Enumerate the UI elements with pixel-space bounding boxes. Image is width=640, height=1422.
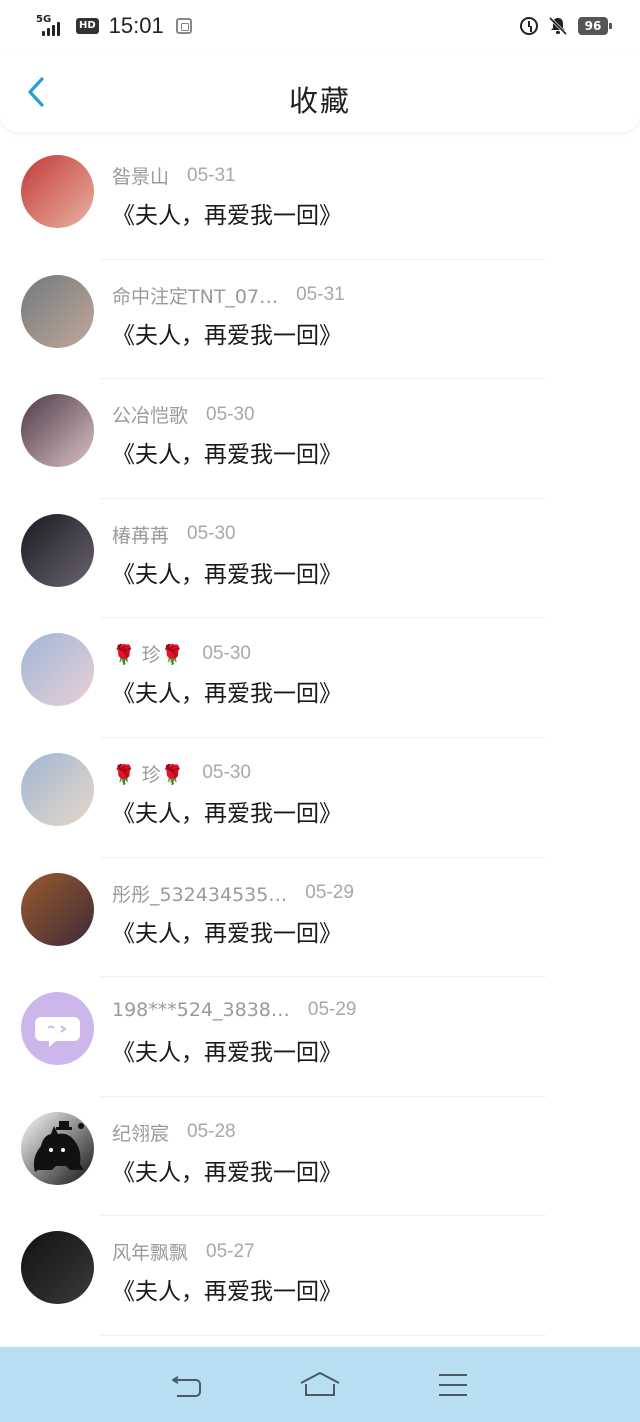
avatar[interactable]	[21, 992, 94, 1066]
user-name: 纪翎宸	[112, 1122, 170, 1145]
status-bar: 5G HD 15:01 96	[0, 0, 640, 52]
page-header: 收藏	[0, 52, 640, 132]
item-date: 05-30	[187, 523, 236, 545]
user-name: 198***524_3838…	[112, 999, 290, 1022]
item-date: 05-31	[296, 284, 345, 306]
item-title: 《夫人，再爱我一回》	[112, 1279, 342, 1306]
item-date: 05-29	[307, 999, 357, 1021]
item-date: 05-30	[202, 642, 251, 664]
app-notification-icon	[175, 18, 192, 34]
user-name: 昝景山	[112, 166, 170, 188]
nav-menu-button[interactable]	[429, 1365, 477, 1405]
home-nav-icon	[300, 1371, 340, 1396]
page-title: 收藏	[288, 84, 351, 118]
user-name: 命中注定TNT_07…	[112, 285, 279, 308]
user-name: 🌹 珍🌹	[112, 644, 185, 667]
user-name: 椿苒苒	[112, 524, 170, 547]
list-item[interactable]: 纪翎宸 05-28 《夫人，再爱我一回》	[0, 1097, 640, 1217]
avatar[interactable]	[21, 274, 94, 348]
user-name: 🌹 珍🌹	[112, 763, 185, 786]
item-date: 05-29	[305, 882, 354, 904]
item-title: 《夫人，再爱我一回》	[112, 561, 342, 588]
avatar[interactable]	[21, 1111, 94, 1185]
system-nav-bar	[0, 1347, 640, 1422]
item-date: 05-30	[202, 762, 251, 784]
mute-bell-icon	[548, 16, 568, 36]
network-type: 5G	[36, 14, 52, 25]
item-title: 《夫人，再爱我一回》	[112, 442, 342, 469]
avatar[interactable]	[21, 752, 94, 826]
item-title: 《夫人，再爱我一回》	[112, 681, 342, 708]
user-name: 风年飘飘	[112, 1242, 189, 1265]
avatar[interactable]	[21, 394, 94, 468]
list-item[interactable]: 昝景山 05-31 《夫人，再爱我一回》	[0, 140, 640, 260]
back-nav-icon	[171, 1375, 201, 1397]
avatar[interactable]	[21, 513, 94, 587]
black-cat-icon	[33, 1120, 84, 1172]
signal-icon: 5G	[36, 14, 66, 36]
menu-nav-icon	[439, 1373, 468, 1396]
avatar[interactable]	[21, 155, 94, 228]
list-item[interactable]: 风年飘飘 05-27 《夫人，再爱我一回》	[0, 1216, 640, 1336]
avatar[interactable]	[21, 633, 94, 707]
chat-bubble-icon	[35, 1017, 80, 1048]
item-title: 《夫人，再爱我一回》	[112, 1159, 342, 1186]
avatar[interactable]	[21, 1231, 94, 1305]
battery-icon: 96	[578, 17, 612, 35]
list-item[interactable]: 🌹 珍🌹 05-30 《夫人，再爱我一回》	[0, 738, 640, 858]
item-title: 《夫人，再爱我一回》	[112, 322, 342, 349]
avatar[interactable]	[21, 872, 94, 946]
user-name: 彤彤_532434535…	[112, 883, 288, 906]
list-item[interactable]: 🌹 珍🌹 05-30 《夫人，再爱我一回》	[0, 618, 640, 738]
alarm-icon	[520, 17, 538, 35]
item-title: 《夫人，再爱我一回》	[112, 1040, 342, 1067]
item-date: 05-31	[187, 164, 236, 186]
list-item[interactable]: 198***524_3838… 05-29 《夫人，再爱我一回》	[0, 977, 640, 1097]
user-name: 公冶恺歌	[112, 405, 189, 428]
list-item[interactable]: 彤彤_532434535… 05-29 《夫人，再爱我一回》	[0, 858, 640, 978]
item-date: 05-27	[206, 1240, 255, 1262]
item-title: 《夫人，再爱我一回》	[112, 203, 342, 229]
status-time: 15:01	[108, 13, 164, 38]
list-item[interactable]: 命中注定TNT_07… 05-31 《夫人，再爱我一回》	[0, 260, 640, 380]
divider	[100, 1334, 546, 1336]
item-date: 05-30	[206, 403, 255, 425]
item-date: 05-28	[187, 1121, 236, 1143]
nav-home-button[interactable]	[296, 1365, 344, 1405]
list-item[interactable]: 公冶恺歌 05-30 《夫人，再爱我一回》	[0, 379, 640, 499]
nav-back-button[interactable]	[163, 1365, 211, 1405]
hd-icon: HD	[76, 18, 99, 34]
favorites-list: 昝景山 05-31 《夫人，再爱我一回》 命中注定TNT_07… 05-31 《夫人…	[0, 140, 640, 1336]
list-item[interactable]: 椿苒苒 05-30 《夫人，再爱我一回》	[0, 499, 640, 619]
item-title: 《夫人，再爱我一回》	[112, 800, 342, 827]
item-title: 《夫人，再爱我一回》	[112, 920, 342, 947]
